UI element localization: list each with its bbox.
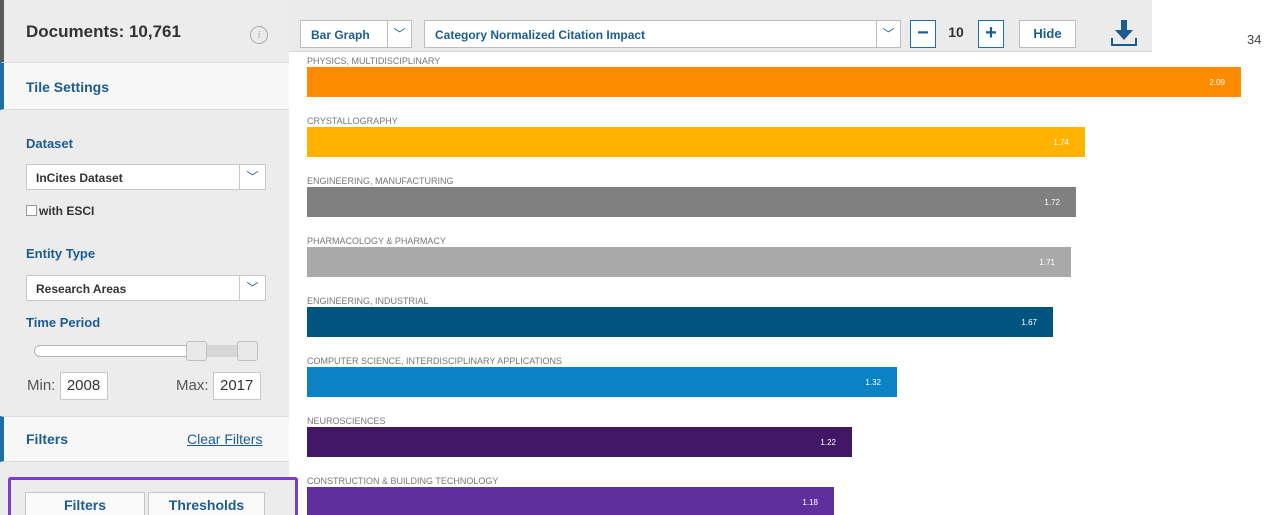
documents-count: Documents: 10,761	[26, 22, 181, 41]
indicator-select[interactable]: Category Normalized Citation Impact ﹀	[424, 20, 901, 48]
hide-button[interactable]: Hide	[1019, 20, 1076, 48]
tile-settings-title: Tile Settings	[26, 79, 109, 95]
category-label: PHYSICS, MULTIDISCIPLINARY	[307, 56, 440, 66]
esci-label: with ESCI	[39, 204, 95, 218]
filter-tabs-highlight: Filters Thresholds	[8, 477, 298, 515]
chart-type-value: Bar Graph	[311, 28, 370, 42]
bar[interactable]	[307, 367, 897, 397]
category-label: ENGINEERING, INDUSTRIAL	[307, 296, 429, 306]
count-value[interactable]: 10	[941, 24, 971, 40]
download-icon[interactable]	[1108, 18, 1140, 48]
chevron-down-icon: ﹀	[239, 276, 265, 300]
max-year-input[interactable]: 2017	[212, 372, 261, 400]
category-label: PHARMACOLOGY & PHARMACY	[307, 236, 446, 246]
bar-value-label: 1.67	[1021, 318, 1037, 327]
chevron-down-icon: ﹀	[239, 165, 265, 189]
slider-min-handle[interactable]	[186, 341, 207, 361]
category-label: COMPUTER SCIENCE, INTERDISCIPLINARY APPL…	[307, 356, 562, 366]
max-row: Max: 2017	[176, 372, 261, 400]
decrease-button[interactable]: −	[910, 20, 936, 48]
bar-value-label: 2.09	[1209, 78, 1225, 87]
min-year-input[interactable]: 2008	[59, 372, 108, 400]
bar[interactable]	[307, 427, 852, 457]
slider-max-handle[interactable]	[237, 341, 258, 361]
time-period-label: Time Period	[26, 315, 101, 330]
max-label: Max:	[176, 377, 209, 394]
clear-filters-link[interactable]: Clear Filters	[187, 431, 262, 447]
bar-value-label: 1.18	[802, 498, 818, 507]
min-label: Min:	[27, 377, 56, 394]
esci-checkbox[interactable]	[26, 205, 37, 216]
min-row: Min: 2008	[27, 372, 108, 400]
increase-button[interactable]: +	[978, 20, 1004, 48]
sidebar: Documents: 10,761 i Tile Settings Datase…	[0, 0, 298, 515]
chevron-down-icon: ﹀	[387, 21, 411, 47]
entity-type-select-value: Research Areas	[36, 282, 127, 296]
bar-value-label: 1.74	[1053, 138, 1069, 147]
documents-header: Documents: 10,761 i	[0, 0, 289, 62]
bar[interactable]	[307, 487, 834, 515]
tab-thresholds[interactable]: Thresholds	[148, 492, 265, 515]
bar-value-label: 1.32	[865, 378, 881, 387]
filters-title: Filters	[26, 431, 69, 447]
bar[interactable]	[307, 307, 1053, 337]
info-icon[interactable]: i	[250, 26, 268, 44]
bar-value-label: 1.22	[820, 438, 836, 447]
bar[interactable]	[307, 127, 1085, 157]
tile-settings-header[interactable]: Tile Settings	[0, 62, 289, 110]
category-label: NEUROSCIENCES	[307, 416, 386, 426]
filters-header[interactable]: Filters Clear Filters	[0, 416, 289, 462]
chart-type-select[interactable]: Bar Graph ﹀	[300, 20, 412, 48]
entity-type-label: Entity Type	[26, 246, 96, 261]
category-label: ENGINEERING, MANUFACTURING	[307, 176, 454, 186]
tab-filters[interactable]: Filters	[25, 492, 145, 515]
bar-value-label: 1.71	[1039, 258, 1055, 267]
dataset-select-value: InCites Dataset	[36, 171, 123, 185]
indicator-value: Category Normalized Citation Impact	[435, 28, 646, 42]
entity-type-select[interactable]: Research Areas ﹀	[26, 275, 266, 301]
bar[interactable]	[307, 67, 1241, 97]
category-label: CRYSTALLOGRAPHY	[307, 116, 398, 126]
esci-checkbox-row[interactable]: with ESCI	[26, 204, 94, 218]
dataset-label: Dataset	[26, 136, 73, 151]
dataset-select[interactable]: InCites Dataset ﹀	[26, 164, 266, 190]
bar[interactable]	[307, 187, 1076, 217]
page-number: 34	[1247, 32, 1262, 47]
bar-chart: PHYSICS, MULTIDISCIPLINARY 2.09 CRYSTALLOG…	[307, 56, 1241, 515]
app-root: Documents: 10,761 i Tile Settings Datase…	[0, 0, 1281, 515]
category-label: CONSTRUCTION & BUILDING TECHNOLOGY	[307, 476, 498, 486]
bar-value-label: 1.72	[1044, 198, 1060, 207]
chevron-down-icon: ﹀	[876, 21, 900, 47]
bar[interactable]	[307, 247, 1071, 277]
